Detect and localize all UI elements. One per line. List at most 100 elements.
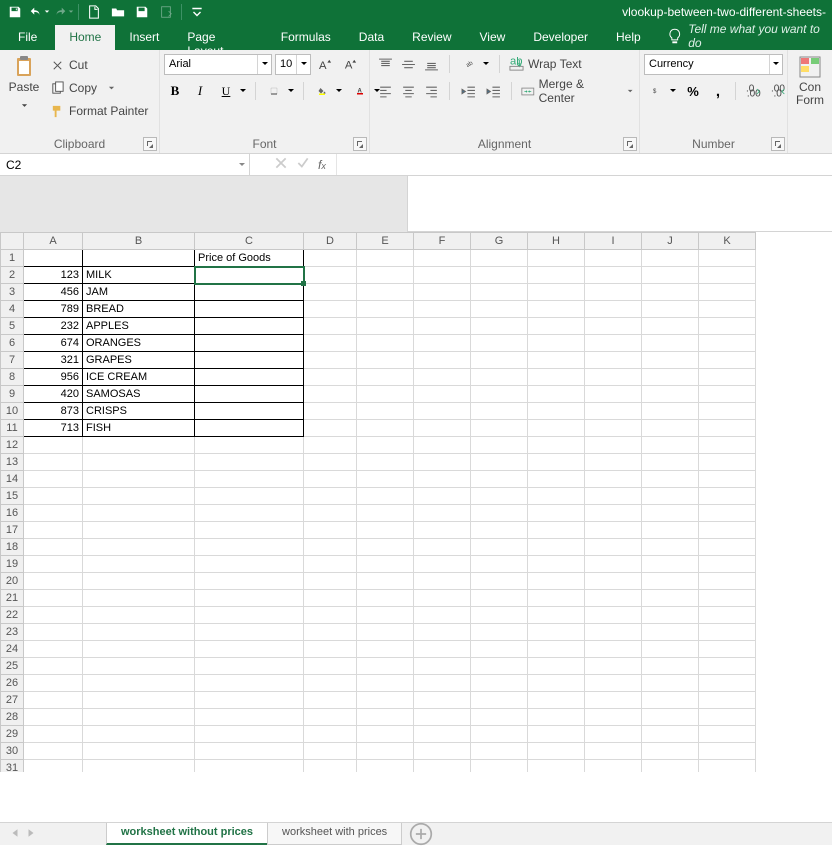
cell-E1[interactable] (357, 250, 414, 267)
number-dialog-launcher[interactable] (771, 137, 785, 151)
cell-H9[interactable] (528, 386, 585, 403)
cell-H13[interactable] (528, 454, 585, 471)
cell-D8[interactable] (304, 369, 357, 386)
cell-B24[interactable] (83, 641, 195, 658)
row-header-13[interactable]: 13 (1, 454, 24, 471)
cell-J22[interactable] (642, 607, 699, 624)
merge-center-button[interactable]: Merge & Center (519, 81, 635, 101)
cell-J16[interactable] (642, 505, 699, 522)
paste-button[interactable]: Paste (4, 53, 44, 121)
cell-J17[interactable] (642, 522, 699, 539)
cell-D1[interactable] (304, 250, 357, 267)
cell-C14[interactable] (195, 471, 304, 488)
cell-J31[interactable] (642, 760, 699, 773)
cell-H12[interactable] (528, 437, 585, 454)
cell-E22[interactable] (357, 607, 414, 624)
cell-F11[interactable] (414, 420, 471, 437)
cell-G9[interactable] (471, 386, 528, 403)
cell-A21[interactable] (24, 590, 83, 607)
cell-D23[interactable] (304, 624, 357, 641)
open-folder-icon[interactable] (107, 1, 129, 23)
cell-I7[interactable] (585, 352, 642, 369)
cell-G10[interactable] (471, 403, 528, 420)
cell-H18[interactable] (528, 539, 585, 556)
cell-I3[interactable] (585, 284, 642, 301)
increase-decimal-icon[interactable]: .0.00 (742, 81, 764, 102)
cell-K18[interactable] (699, 539, 756, 556)
cell-B13[interactable] (83, 454, 195, 471)
cell-K20[interactable] (699, 573, 756, 590)
comma-button[interactable]: , (707, 81, 729, 102)
cell-J24[interactable] (642, 641, 699, 658)
tab-insert[interactable]: Insert (115, 25, 173, 50)
cell-C15[interactable] (195, 488, 304, 505)
cell-G8[interactable] (471, 369, 528, 386)
cell-K25[interactable] (699, 658, 756, 675)
cell-A15[interactable] (24, 488, 83, 505)
cell-G25[interactable] (471, 658, 528, 675)
cell-E16[interactable] (357, 505, 414, 522)
column-header-K[interactable]: K (699, 233, 756, 250)
cell-F31[interactable] (414, 760, 471, 773)
cell-B9[interactable]: SAMOSAS (83, 386, 195, 403)
cell-F7[interactable] (414, 352, 471, 369)
tab-developer[interactable]: Developer (519, 25, 602, 50)
cell-K16[interactable] (699, 505, 756, 522)
cell-C19[interactable] (195, 556, 304, 573)
cell-C27[interactable] (195, 692, 304, 709)
cell-C22[interactable] (195, 607, 304, 624)
cell-C12[interactable] (195, 437, 304, 454)
cell-E29[interactable] (357, 726, 414, 743)
cell-F14[interactable] (414, 471, 471, 488)
underline-button[interactable]: U (214, 81, 249, 102)
row-header-19[interactable]: 19 (1, 556, 24, 573)
chevron-down-icon[interactable] (769, 55, 782, 74)
cell-A12[interactable] (24, 437, 83, 454)
cell-I24[interactable] (585, 641, 642, 658)
cell-I13[interactable] (585, 454, 642, 471)
cell-H22[interactable] (528, 607, 585, 624)
cut-button[interactable]: Cut (48, 55, 150, 75)
cell-G13[interactable] (471, 454, 528, 471)
cell-D17[interactable] (304, 522, 357, 539)
conditional-formatting-button[interactable]: ConForm (792, 53, 828, 107)
tab-formulas[interactable]: Formulas (267, 25, 345, 50)
row-header-25[interactable]: 25 (1, 658, 24, 675)
cell-E24[interactable] (357, 641, 414, 658)
cell-K1[interactable] (699, 250, 756, 267)
clipboard-dialog-launcher[interactable] (143, 137, 157, 151)
cell-C9[interactable] (195, 386, 304, 403)
name-box[interactable] (0, 154, 250, 175)
cell-F27[interactable] (414, 692, 471, 709)
column-header-B[interactable]: B (83, 233, 195, 250)
worksheet-grid[interactable]: ABCDEFGHIJK1Price of Goods2123MILK3456JA… (0, 232, 832, 772)
row-header-11[interactable]: 11 (1, 420, 24, 437)
cell-K13[interactable] (699, 454, 756, 471)
cell-C4[interactable] (195, 301, 304, 318)
cell-G19[interactable] (471, 556, 528, 573)
cell-C26[interactable] (195, 675, 304, 692)
cell-I14[interactable] (585, 471, 642, 488)
cell-C17[interactable] (195, 522, 304, 539)
chevron-down-icon[interactable] (234, 154, 249, 175)
orientation-button[interactable]: ab (457, 54, 492, 75)
cell-I6[interactable] (585, 335, 642, 352)
cell-K19[interactable] (699, 556, 756, 573)
cell-F8[interactable] (414, 369, 471, 386)
cell-D7[interactable] (304, 352, 357, 369)
tab-review[interactable]: Review (398, 25, 465, 50)
row-header-5[interactable]: 5 (1, 318, 24, 335)
enter-formula-icon[interactable] (296, 156, 310, 173)
row-header-18[interactable]: 18 (1, 539, 24, 556)
cell-F19[interactable] (414, 556, 471, 573)
cell-D13[interactable] (304, 454, 357, 471)
cell-I17[interactable] (585, 522, 642, 539)
row-header-23[interactable]: 23 (1, 624, 24, 641)
cell-F30[interactable] (414, 743, 471, 760)
cell-A28[interactable] (24, 709, 83, 726)
cell-G27[interactable] (471, 692, 528, 709)
cell-F23[interactable] (414, 624, 471, 641)
cell-F16[interactable] (414, 505, 471, 522)
cell-F26[interactable] (414, 675, 471, 692)
cell-A31[interactable] (24, 760, 83, 773)
